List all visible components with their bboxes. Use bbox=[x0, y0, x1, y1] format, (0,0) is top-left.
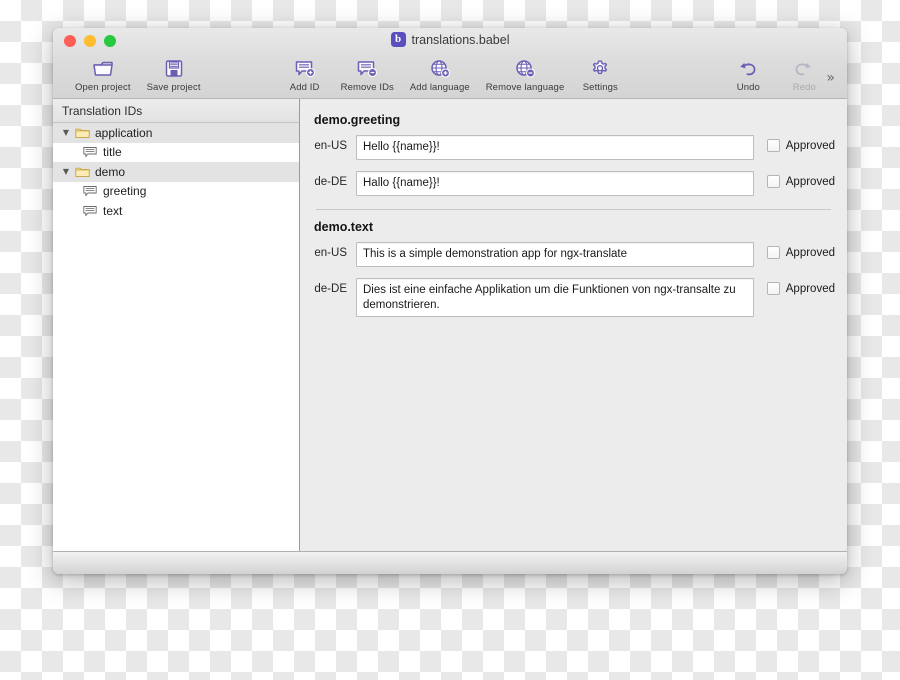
remove-ids-button[interactable]: Remove IDs bbox=[333, 56, 402, 93]
translation-id-icon bbox=[81, 185, 99, 197]
open-folder-icon bbox=[91, 56, 115, 81]
translation-id-tree: ▼ application title ▼ demo greeting text bbox=[53, 123, 299, 551]
gear-icon bbox=[589, 56, 611, 81]
translation-section: demo.text en-US This is a simple demonst… bbox=[312, 220, 835, 317]
translation-row: de-DE Dies ist eine einfache Applikation… bbox=[312, 278, 835, 317]
tree-item-label: title bbox=[103, 145, 122, 160]
language-label: en-US bbox=[314, 140, 347, 152]
approved-label: Approved bbox=[785, 246, 835, 259]
tree-item-text[interactable]: text bbox=[53, 201, 299, 221]
toolbar-group-history: Undo Redo bbox=[720, 56, 832, 93]
babel-app-icon: b bbox=[390, 32, 406, 47]
redo-button[interactable]: Redo bbox=[776, 56, 832, 93]
minimize-button[interactable] bbox=[84, 35, 96, 47]
chevron-down-icon[interactable]: ▼ bbox=[59, 167, 73, 176]
section-divider bbox=[316, 209, 831, 210]
approved-checkbox[interactable] bbox=[766, 139, 780, 152]
tree-item-label: application bbox=[95, 125, 153, 140]
zoom-button[interactable] bbox=[104, 35, 116, 47]
tree-item-label: demo bbox=[95, 164, 126, 179]
open-project-label: Open project bbox=[75, 82, 131, 93]
settings-label: Settings bbox=[582, 82, 618, 93]
open-project-button[interactable]: Open project bbox=[67, 56, 139, 93]
toolbar-group-project: Open project Save project bbox=[67, 56, 209, 93]
translation-input[interactable]: Hello {{name}}! bbox=[356, 135, 754, 160]
folder-icon bbox=[73, 166, 91, 178]
translation-id-icon bbox=[81, 205, 99, 217]
tree-item-label: text bbox=[103, 203, 123, 218]
approved-label: Approved bbox=[785, 139, 835, 152]
undo-label: Undo bbox=[736, 82, 760, 93]
section-title: demo.greeting bbox=[314, 113, 401, 127]
status-bar bbox=[53, 551, 847, 574]
window-body: Translation IDs ▼ application title ▼ de… bbox=[53, 99, 847, 551]
window-controls bbox=[64, 35, 116, 47]
translation-editor: demo.greeting en-US Hello {{name}}! Appr… bbox=[300, 99, 847, 551]
tree-item-greeting[interactable]: greeting bbox=[53, 181, 299, 201]
toolbar-group-edit: Add ID Remove IDs Add language Remove la… bbox=[277, 56, 629, 93]
add-id-button[interactable]: Add ID bbox=[277, 56, 333, 93]
tree-item-application[interactable]: ▼ application bbox=[53, 123, 299, 143]
approved-checkbox[interactable] bbox=[766, 282, 780, 295]
toolbar-overflow-button[interactable]: » bbox=[826, 70, 835, 86]
language-label: de-DE bbox=[314, 283, 347, 295]
speech-bubble-plus-icon bbox=[293, 56, 317, 81]
remove-language-label: Remove language bbox=[485, 82, 565, 93]
approved-checkbox[interactable] bbox=[766, 246, 780, 259]
tree-item-title[interactable]: title bbox=[53, 142, 299, 162]
translation-row: de-DE Hallo {{name}}! Approved bbox=[312, 171, 835, 196]
approved-label: Approved bbox=[785, 175, 835, 188]
translation-input[interactable]: This is a simple demonstration app for n… bbox=[356, 242, 754, 267]
app-window: b translations.babel Open project Save p… bbox=[53, 28, 847, 574]
settings-button[interactable]: Settings bbox=[572, 56, 628, 93]
window-title: translations.babel bbox=[411, 32, 510, 47]
title-bar-center: b translations.babel bbox=[53, 32, 847, 47]
translation-section: demo.greeting en-US Hello {{name}}! Appr… bbox=[312, 113, 835, 196]
sidebar: Translation IDs ▼ application title ▼ de… bbox=[53, 99, 300, 551]
add-id-label: Add ID bbox=[289, 82, 320, 93]
undo-arrow-icon bbox=[736, 56, 760, 81]
translation-id-icon bbox=[81, 146, 99, 158]
approved-checkbox[interactable] bbox=[766, 175, 780, 188]
tree-item-label: greeting bbox=[103, 184, 147, 199]
globe-plus-icon bbox=[428, 56, 452, 81]
translation-row: en-US This is a simple demonstration app… bbox=[312, 242, 835, 267]
remove-language-button[interactable]: Remove language bbox=[478, 56, 573, 93]
approved-checkbox-group[interactable]: Approved bbox=[766, 135, 835, 152]
undo-button[interactable]: Undo bbox=[720, 56, 776, 93]
approved-label: Approved bbox=[785, 282, 835, 295]
add-language-button[interactable]: Add language bbox=[402, 56, 478, 93]
section-title: demo.text bbox=[314, 220, 374, 234]
approved-checkbox-group[interactable]: Approved bbox=[766, 278, 835, 295]
save-project-button[interactable]: Save project bbox=[139, 56, 209, 93]
translation-row: en-US Hello {{name}}! Approved bbox=[312, 135, 835, 160]
tree-item-demo[interactable]: ▼ demo bbox=[53, 162, 299, 182]
language-label: de-DE bbox=[314, 176, 347, 188]
translation-input[interactable]: Dies ist eine einfache Applikation um di… bbox=[356, 278, 754, 317]
save-project-label: Save project bbox=[146, 82, 201, 93]
title-bar: b translations.babel bbox=[53, 28, 847, 54]
sidebar-header: Translation IDs bbox=[53, 99, 299, 123]
approved-checkbox-group[interactable]: Approved bbox=[766, 242, 835, 259]
folder-icon bbox=[73, 127, 91, 139]
add-language-label: Add language bbox=[409, 82, 470, 93]
translation-input[interactable]: Hallo {{name}}! bbox=[356, 171, 754, 196]
language-label: en-US bbox=[314, 247, 347, 259]
chevron-down-icon[interactable]: ▼ bbox=[59, 128, 73, 137]
globe-minus-icon bbox=[513, 56, 537, 81]
approved-checkbox-group[interactable]: Approved bbox=[766, 171, 835, 188]
remove-ids-label: Remove IDs bbox=[340, 82, 394, 93]
redo-arrow-icon bbox=[792, 56, 816, 81]
redo-label: Redo bbox=[792, 82, 816, 93]
speech-bubble-minus-icon bbox=[355, 56, 379, 81]
toolbar: Open project Save project Add ID Remove … bbox=[53, 54, 847, 99]
floppy-disk-icon bbox=[163, 56, 185, 81]
close-button[interactable] bbox=[64, 35, 76, 47]
